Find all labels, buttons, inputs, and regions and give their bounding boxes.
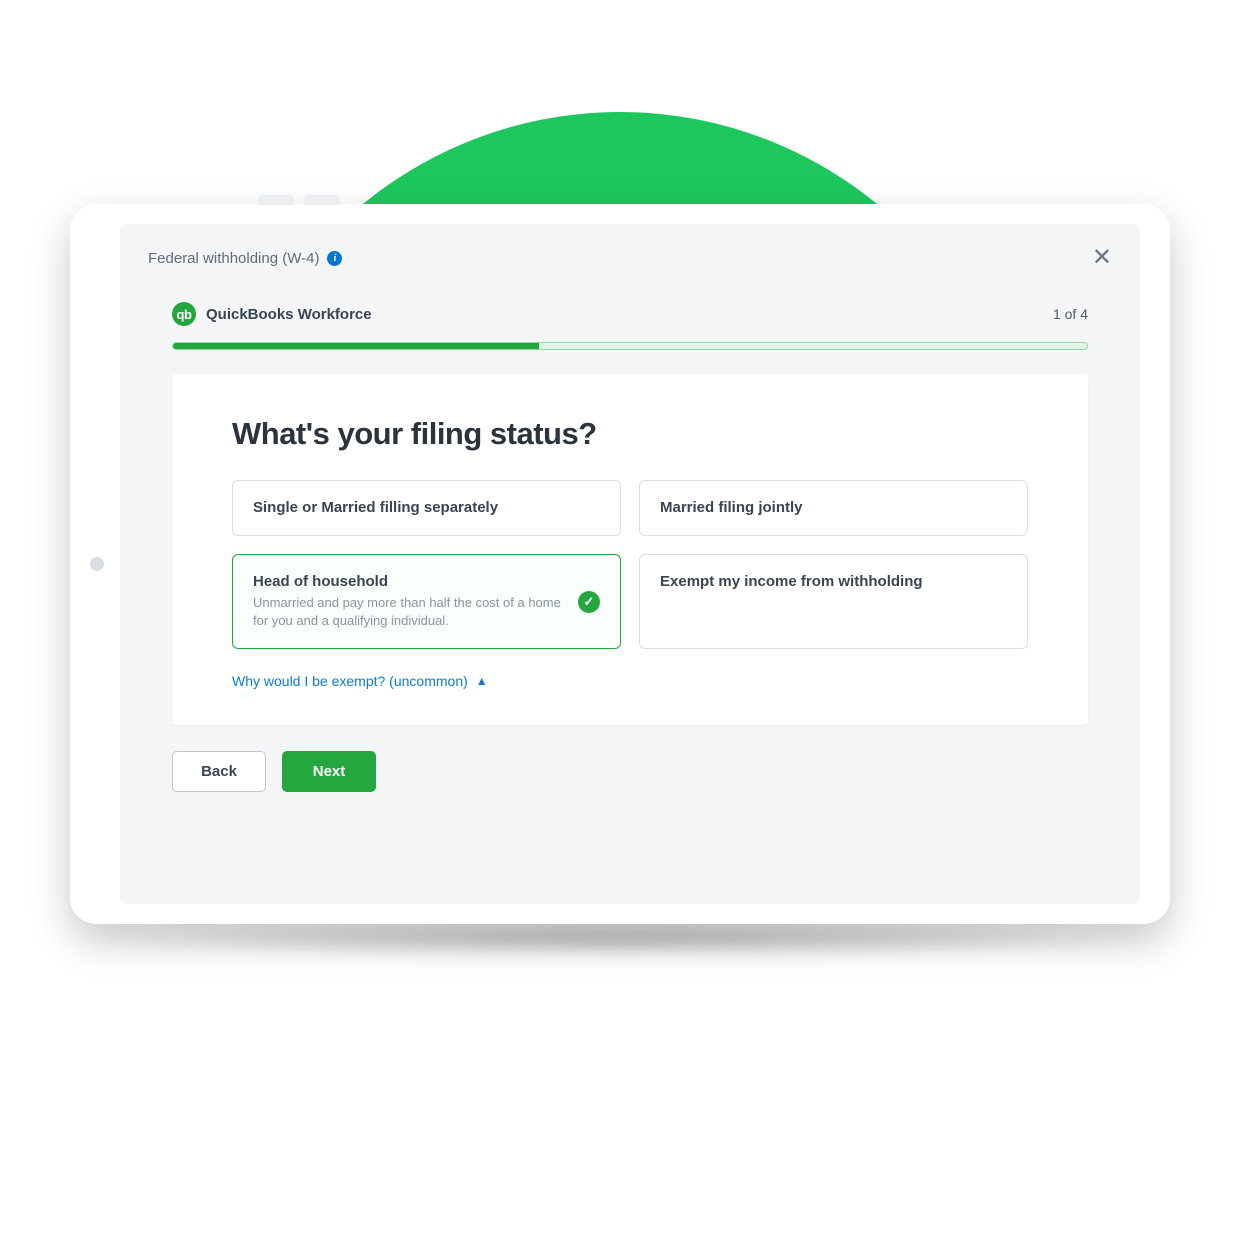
step-indicator: 1 of 4 <box>1053 306 1088 322</box>
option-head-of-household[interactable]: Head of household Unmarried and pay more… <box>232 554 621 649</box>
option-single-married-separate[interactable]: Single or Married filling separately <box>232 480 621 536</box>
app-screen: Federal withholding (W-4) i ✕ qb QuickBo… <box>120 224 1140 904</box>
option-description: Unmarried and pay more than half the cos… <box>253 594 566 630</box>
back-button[interactable]: Back <box>172 751 266 792</box>
progress-fill <box>173 343 539 349</box>
exempt-link-text: Why would I be exempt? (uncommon) <box>232 673 468 689</box>
checkmark-icon: ✓ <box>578 591 600 613</box>
options-grid: Single or Married filling separately Mar… <box>232 480 1028 649</box>
brand-row: qb QuickBooks Workforce 1 of 4 <box>120 278 1140 334</box>
option-label: Head of household <box>253 573 566 590</box>
next-button[interactable]: Next <box>282 751 376 792</box>
tablet-home-dot <box>90 557 104 571</box>
option-label: Exempt my income from withholding <box>660 573 1007 590</box>
modal-header: Federal withholding (W-4) i ✕ <box>120 224 1140 278</box>
info-icon[interactable]: i <box>327 251 342 266</box>
exempt-info-toggle[interactable]: Why would I be exempt? (uncommon) ▲ <box>232 673 488 689</box>
option-label: Married filing jointly <box>660 499 1007 516</box>
progress-bar <box>172 342 1088 350</box>
question-heading: What's your filing status? <box>232 416 1028 452</box>
option-exempt[interactable]: Exempt my income from withholding <box>639 554 1028 649</box>
button-row: Back Next <box>172 751 1088 792</box>
option-label: Single or Married filling separately <box>253 499 600 516</box>
brand-name: QuickBooks Workforce <box>206 306 372 323</box>
tablet-shadow <box>70 918 1170 958</box>
tablet-frame: Federal withholding (W-4) i ✕ qb QuickBo… <box>70 204 1170 924</box>
option-married-jointly[interactable]: Married filing jointly <box>639 480 1028 536</box>
chevron-up-icon: ▲ <box>476 674 488 688</box>
page-title: Federal withholding (W-4) <box>148 250 319 267</box>
tablet-nubs <box>258 195 340 205</box>
content-card: What's your filing status? Single or Mar… <box>172 374 1088 725</box>
close-icon[interactable]: ✕ <box>1092 246 1112 270</box>
quickbooks-logo-icon: qb <box>172 302 196 326</box>
